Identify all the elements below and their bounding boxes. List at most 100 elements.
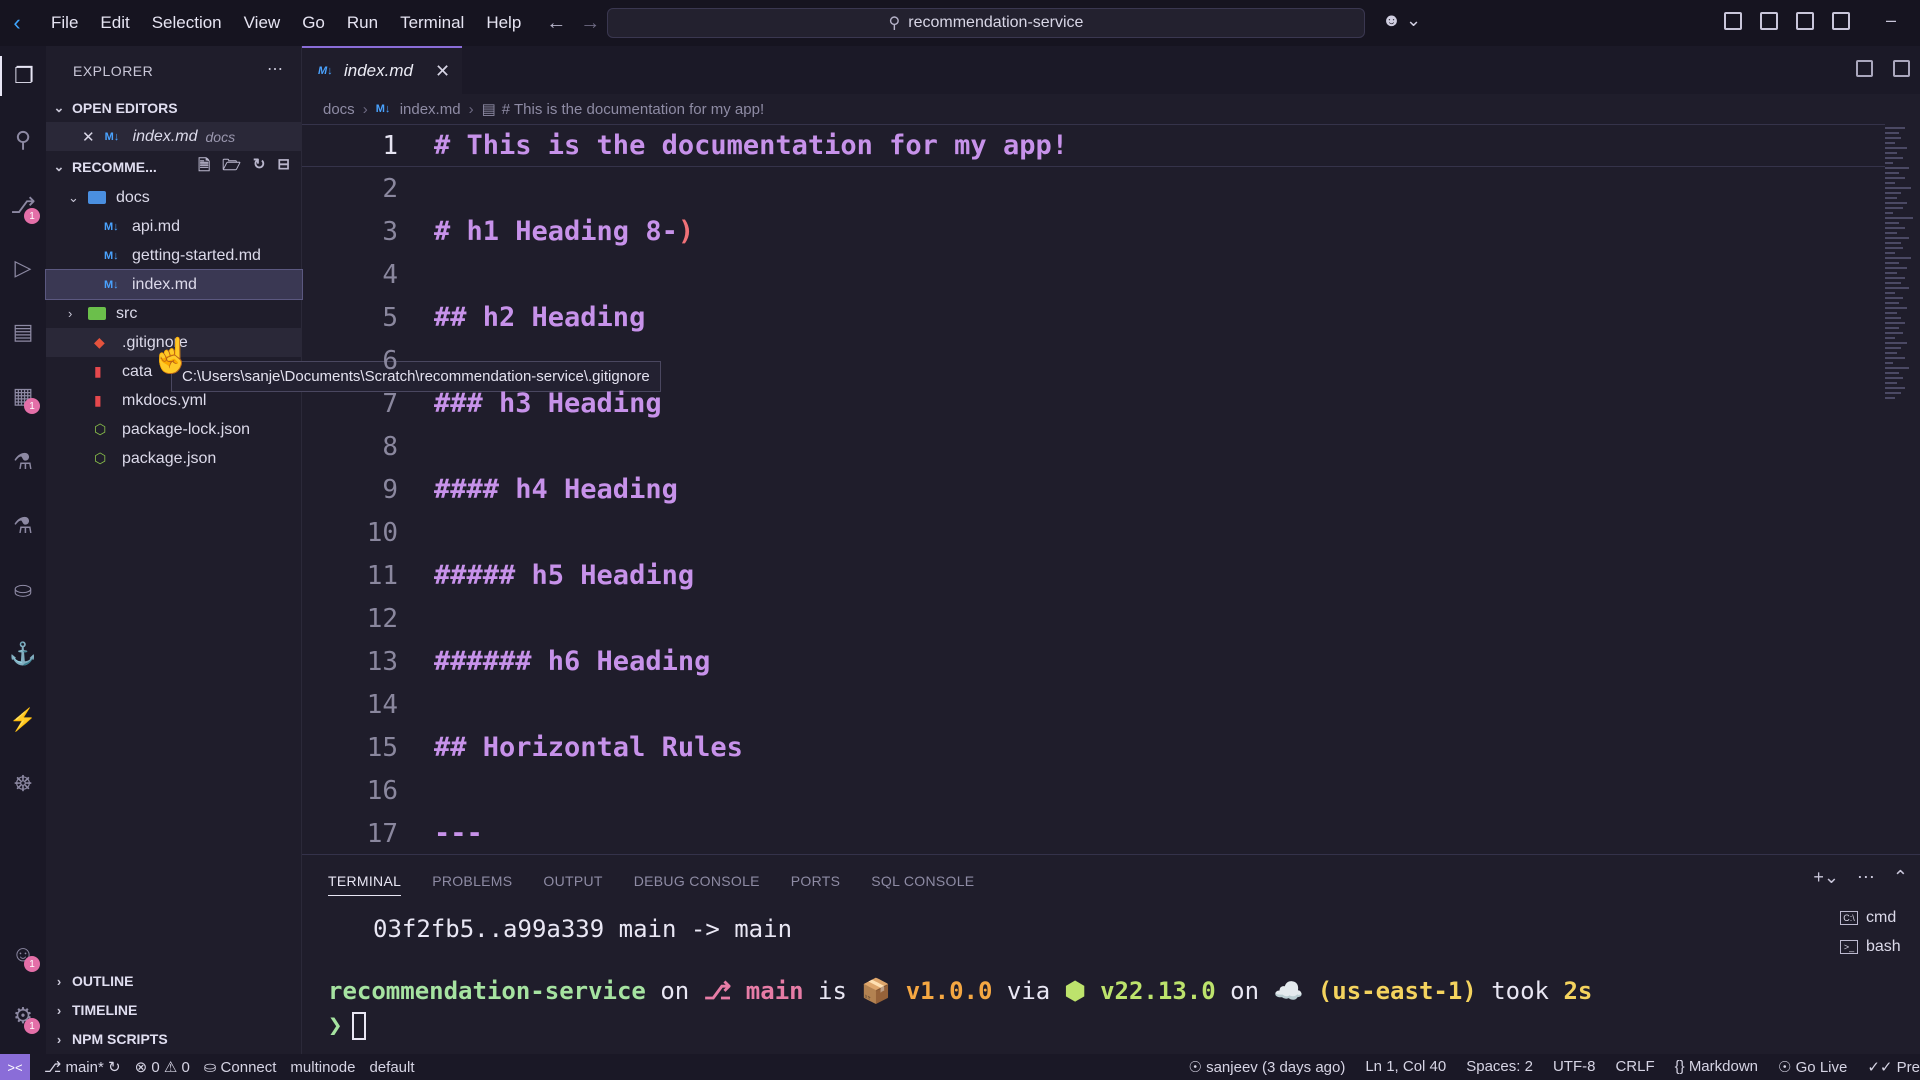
testing-icon[interactable]: ⚗ [0,442,46,482]
toggle-panel-icon[interactable] [1796,12,1814,30]
toggle-secondary-sidebar-icon[interactable] [1832,12,1850,30]
line-ending[interactable]: CRLF [1615,1058,1654,1076]
tab-debug-console[interactable]: DEBUG CONSOLE [634,873,760,896]
copilot-icon[interactable]: ☻ ⌄ [1382,10,1421,31]
run-debug-icon[interactable]: ▷ [0,248,46,288]
customize-layout-icon[interactable] [1724,12,1742,30]
terminal-item-cmd[interactable]: C:\ cmd [1840,903,1920,932]
outline-section[interactable]: › OUTLINE [46,967,302,995]
indentation[interactable]: Spaces: 2 [1466,1058,1533,1076]
menu-run[interactable]: Run [336,0,389,46]
tree-label: cata [122,362,153,380]
maximize-panel-icon[interactable]: ⌃ [1893,867,1908,888]
open-preview-icon[interactable] [1856,60,1873,77]
tree-file-index[interactable]: M↓ index.md [45,269,303,300]
prompt-node-version: ⬢ v22.13.0 [1064,977,1216,1005]
tree-folder-docs[interactable]: ⌄ docs [46,183,302,212]
command-center-search[interactable]: ⚲ recommendation-service [607,8,1365,38]
open-editors-section[interactable]: ⌄ OPEN EDITORS [46,94,302,122]
kubernetes-icon[interactable]: ☸ [0,764,46,804]
cursor-position[interactable]: Ln 1, Col 40 [1365,1058,1446,1076]
source-control-icon[interactable]: ⎇ 1 [0,186,46,226]
new-folder-icon[interactable]: 🗁 [222,155,241,180]
menu-help[interactable]: Help [475,0,532,46]
encoding[interactable]: UTF-8 [1553,1058,1596,1076]
toggle-primary-sidebar-icon[interactable] [1760,12,1778,30]
tab-terminal[interactable]: TERMINAL [328,873,402,896]
line-number: 8 [382,431,398,462]
broadcast-icon: ☉ [1778,1059,1796,1076]
timeline-section[interactable]: › TIMELINE [46,996,302,1024]
tree-file-api[interactable]: M↓ api.md [46,212,302,241]
problems-status[interactable]: ⊗ 0 ⚠ 0 [135,1058,190,1076]
back-arrow-icon[interactable]: ← [546,12,566,35]
close-icon[interactable]: ✕ [435,61,450,82]
collapse-all-icon[interactable]: ⊟ [277,155,290,180]
scm-badge: 1 [24,208,40,224]
line-number: 12 [366,603,398,634]
minimize-icon[interactable]: – [1886,10,1896,31]
search-icon[interactable]: ⚲ [0,120,46,160]
tab-sql-console[interactable]: SQL CONSOLE [871,873,974,896]
menu-view[interactable]: View [233,0,292,46]
project-section[interactable]: ⌄ RECOMME... 🗎 🗁 ↻ ⊟ [46,153,302,181]
lightning-icon[interactable]: ⚡ [0,700,46,740]
forward-arrow-icon[interactable]: → [580,12,600,35]
line-number: 13 [366,646,398,677]
settings-gear-icon[interactable]: ⚙ 1 [0,996,46,1036]
new-terminal-icon[interactable]: +⌄ [1813,867,1839,888]
terminal-item-bash[interactable]: >_ bash [1840,932,1920,961]
markdown-icon: M↓ [104,249,119,262]
code-editor[interactable]: 1 # This is the documentation for my app!… [302,124,1885,854]
menu-go[interactable]: Go [291,0,336,46]
breadcrumb-folder[interactable]: docs [323,101,355,118]
menu-file[interactable]: File [40,0,89,46]
tree-folder-src[interactable]: › src [46,299,302,328]
menu-selection[interactable]: Selection [141,0,233,46]
tree-file-package-lock[interactable]: ⬡ package-lock.json [46,415,302,444]
branch-status[interactable]: ⎇ main* ↻ [44,1058,121,1076]
minimap[interactable] [1885,124,1920,494]
sync-icon[interactable]: ↻ [108,1059,121,1076]
editor-actions [1856,60,1910,77]
terminal-name: bash [1866,937,1901,955]
docker-icon[interactable]: ⚓ [0,634,46,674]
remote-indicator-icon[interactable]: >< [0,1054,30,1080]
new-file-icon[interactable]: 🗎 [198,155,210,180]
git-blame-status[interactable]: ☉ sanjeev (3 days ago) [1188,1058,1345,1076]
default-status[interactable]: default [369,1059,414,1076]
tree-file-getting-started[interactable]: M↓ getting-started.md [46,241,302,270]
menu-terminal[interactable]: Terminal [389,0,475,46]
error-icon: ⊗ [134,1059,152,1076]
remote-explorer-icon[interactable]: ▤ [0,312,46,352]
split-editor-icon[interactable] [1893,60,1910,77]
close-icon[interactable]: ✕ [82,128,95,146]
line-number: 2 [382,173,398,204]
extensions-icon[interactable]: ▦ 1 [0,376,46,416]
tree-file-package[interactable]: ⬡ package.json [46,444,302,473]
tab-output[interactable]: OUTPUT [543,873,602,896]
refresh-icon[interactable]: ↻ [253,155,266,180]
bottom-panel: TERMINAL PROBLEMS OUTPUT DEBUG CONSOLE P… [302,854,1920,1054]
menu-edit[interactable]: Edit [89,0,140,46]
more-actions-icon[interactable]: ⋯ [267,59,283,79]
database-icon[interactable]: ⛀ [0,570,46,610]
breadcrumb-symbol[interactable]: # This is the documentation for my app! [502,101,764,118]
breadcrumb-file[interactable]: index.md [400,101,461,118]
prettier-status[interactable]: ✓✓ Pre [1867,1058,1920,1076]
npm-scripts-section[interactable]: › NPM SCRIPTS [46,1025,302,1053]
terminal-cursor [352,1012,367,1040]
accounts-icon[interactable]: ☺ 1 [0,934,46,974]
more-actions-icon[interactable]: ⋯ [1857,867,1875,888]
multinode-status[interactable]: multinode [290,1059,355,1076]
terminal-input-line[interactable]: ❯ [328,1011,367,1040]
flask-icon[interactable]: ⚗ [0,506,46,546]
open-editor-item[interactable]: ✕ M↓ index.md docs [46,122,302,151]
tab-ports[interactable]: PORTS [791,873,840,896]
connect-status[interactable]: ⛀ Connect [204,1058,277,1076]
tab-index-md[interactable]: M↓ index.md ✕ [302,46,462,94]
language-mode[interactable]: {} Markdown [1675,1058,1758,1076]
explorer-icon[interactable]: ❐ [0,56,46,96]
go-live[interactable]: ☉ Go Live [1778,1058,1847,1076]
tab-problems[interactable]: PROBLEMS [432,873,512,896]
